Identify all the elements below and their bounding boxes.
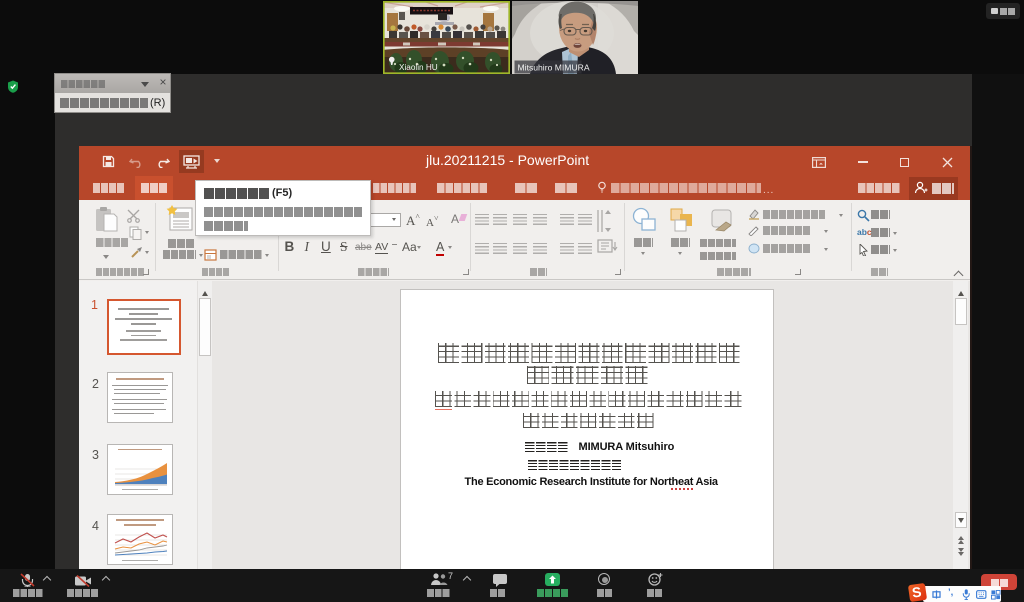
svg-text:Xiaolin HU: Xiaolin HU xyxy=(399,63,438,72)
svg-text:Mitsuhiro MIMURA: Mitsuhiro MIMURA xyxy=(518,63,590,73)
